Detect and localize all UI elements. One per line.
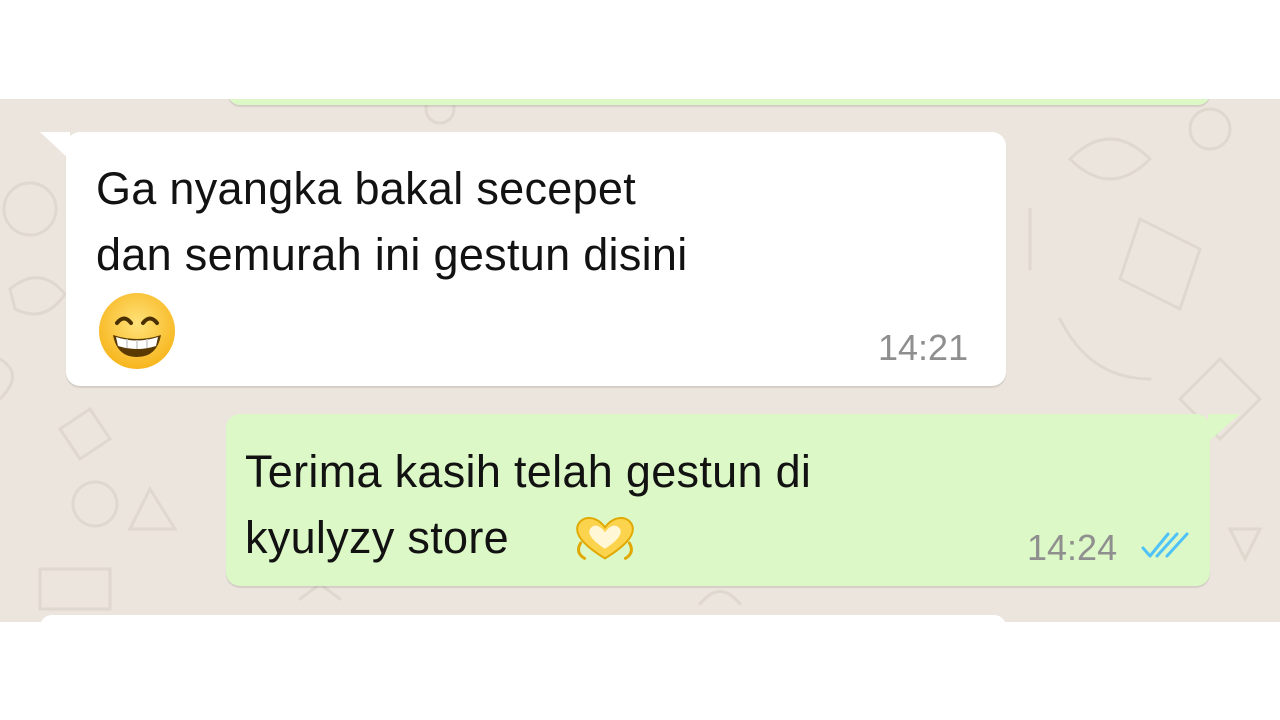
grinning-face-emoji-icon bbox=[99, 293, 175, 369]
outgoing-message-timestamp: 14:24 bbox=[1027, 527, 1118, 568]
next-message-bubble-edge bbox=[40, 615, 1006, 622]
previous-message-bubble-edge bbox=[228, 99, 1210, 105]
incoming-message-timestamp: 14:21 bbox=[878, 327, 969, 368]
outgoing-bubble-tail bbox=[1208, 414, 1240, 442]
read-receipt-double-check-icon bbox=[1141, 532, 1189, 558]
incoming-bubble-tail bbox=[40, 132, 70, 160]
outgoing-message-line-2: kyulyzy store bbox=[245, 512, 509, 563]
screenshot-frame: Ga nyangka bakal secepet dan semurah ini… bbox=[0, 0, 1280, 720]
chat-background: Ga nyangka bakal secepet dan semurah ini… bbox=[0, 99, 1280, 622]
heart-hands-emoji-icon bbox=[576, 517, 634, 560]
incoming-message-line-1: Ga nyangka bakal secepet bbox=[96, 163, 637, 214]
incoming-message-line-2: dan semurah ini gestun disini bbox=[96, 229, 688, 280]
outgoing-message-line-1: Terima kasih telah gestun di bbox=[245, 446, 812, 497]
